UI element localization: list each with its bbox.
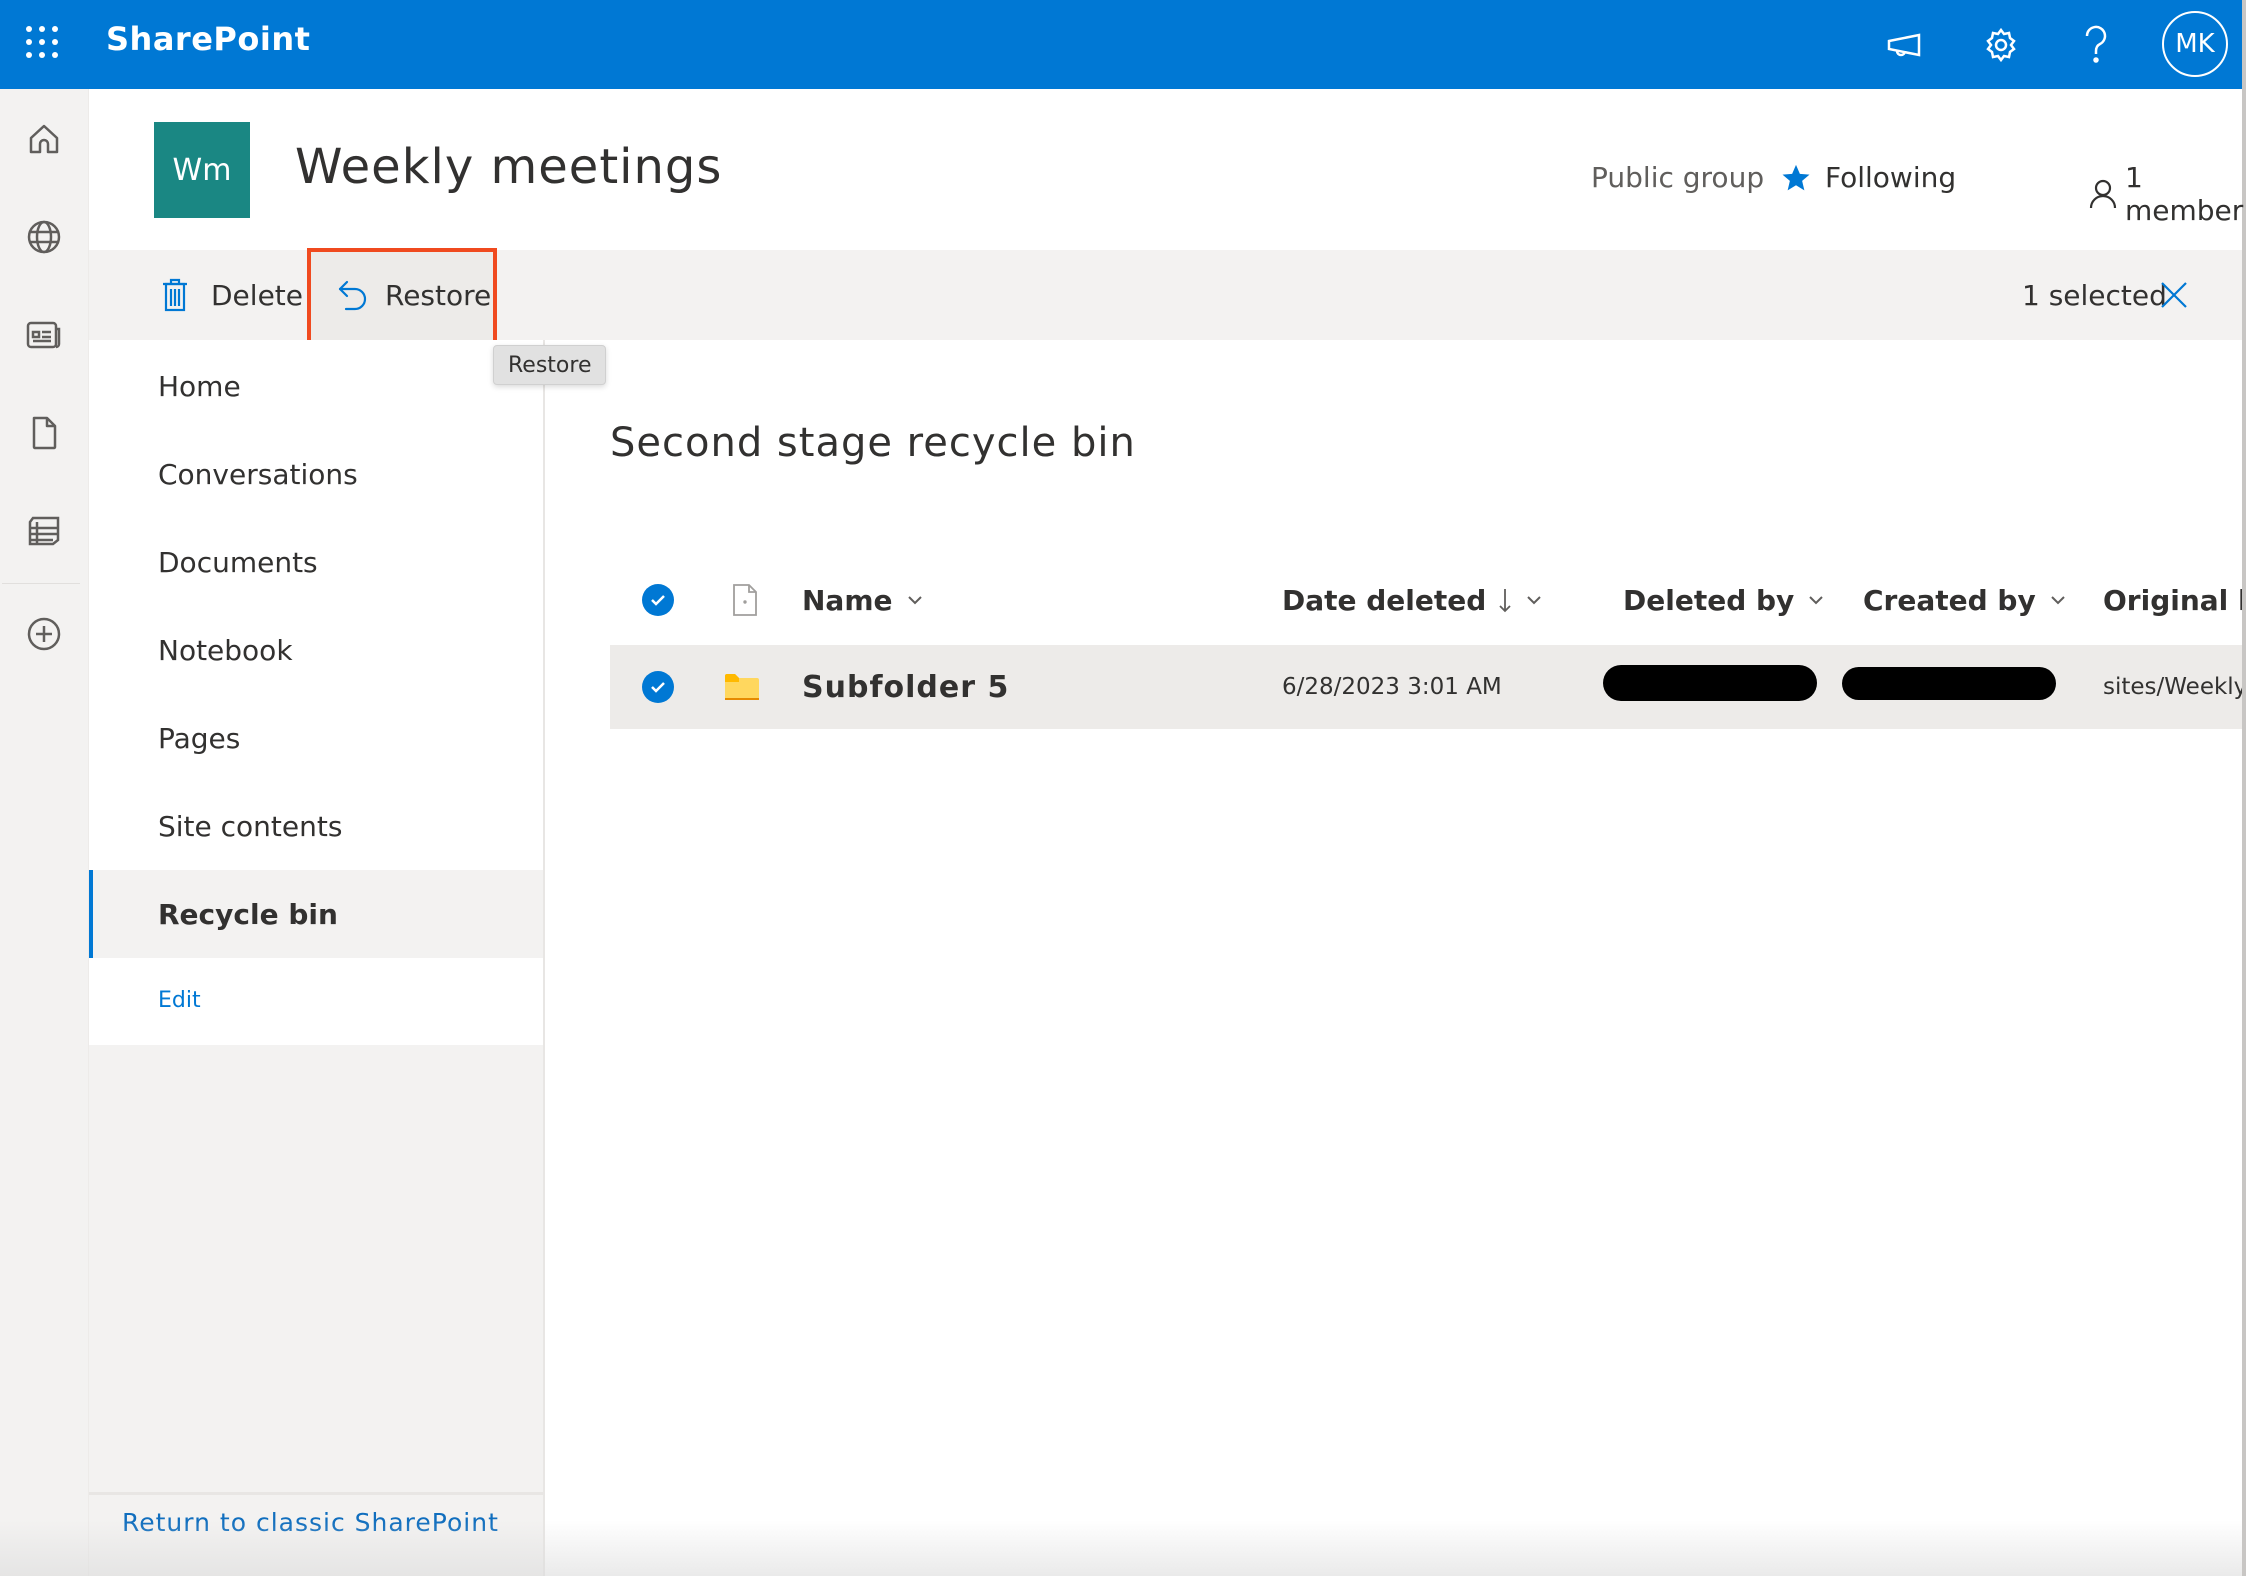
nav-item-pages[interactable]: Pages <box>89 694 543 782</box>
window-edge <box>2242 0 2246 1576</box>
home-icon[interactable] <box>22 117 66 161</box>
clear-selection-icon[interactable] <box>2156 277 2192 313</box>
trash-icon <box>157 277 193 313</box>
original-location: sites/Weeklyn <box>2103 674 2242 700</box>
column-label: Name <box>802 583 893 617</box>
site-title[interactable]: Weekly meetings <box>295 139 722 195</box>
globe-icon[interactable] <box>22 215 66 259</box>
chevron-down-icon <box>907 595 923 605</box>
column-header-date-deleted[interactable]: Date deleted <box>1282 570 1542 630</box>
app-name[interactable]: SharePoint <box>106 20 310 58</box>
nav-item-conversations[interactable]: Conversations <box>89 430 543 518</box>
members-label: 1 member <box>2125 161 2244 227</box>
column-label: Created by <box>1863 583 2036 617</box>
table-row[interactable]: Subfolder 5 6/28/2023 3:01 AM sites/Week… <box>610 645 2242 729</box>
nav-item-home[interactable]: Home <box>89 342 543 430</box>
site-logo[interactable]: Wm <box>154 122 250 218</box>
deleted-by-redacted <box>1603 665 1817 701</box>
site-navigation: Home Conversations Documents Notebook Pa… <box>89 340 545 1576</box>
restore-button[interactable]: Restore <box>311 250 494 340</box>
megaphone-icon[interactable] <box>1882 22 1928 68</box>
created-by-redacted <box>1842 667 2056 700</box>
row-checkbox[interactable] <box>642 671 674 703</box>
nav-divider <box>89 1492 543 1495</box>
news-icon[interactable] <box>22 313 66 357</box>
command-bar: Delete Restore 1 selected <box>89 250 2242 340</box>
following-label: Following <box>1825 161 1957 194</box>
chevron-down-icon <box>2050 595 2066 605</box>
date-deleted: 6/28/2023 3:01 AM <box>1282 674 1502 700</box>
column-header-created-by[interactable]: Created by <box>1863 570 2066 630</box>
file-type-icon[interactable] <box>732 583 758 621</box>
return-to-classic-link[interactable]: Return to classic SharePoint <box>122 1508 499 1537</box>
sort-descending-icon <box>1498 587 1512 613</box>
following-button[interactable]: Following <box>1781 161 1956 194</box>
suite-bar: SharePoint MK <box>0 0 2242 89</box>
delete-button[interactable]: Delete <box>157 250 303 340</box>
column-label: Original lo <box>2103 583 2242 617</box>
column-label: Date deleted <box>1282 583 1487 617</box>
app-rail <box>0 89 89 1576</box>
list-icon[interactable] <box>22 509 66 553</box>
members-button[interactable]: 1 member <box>2089 161 2243 227</box>
person-icon <box>2089 178 2117 210</box>
restore-label: Restore <box>385 278 492 312</box>
column-header-name[interactable]: Name <box>802 570 923 630</box>
column-header-deleted-by[interactable]: Deleted by <box>1623 570 1824 630</box>
nav-item-documents[interactable]: Documents <box>89 518 543 606</box>
gear-icon[interactable] <box>1978 22 2024 68</box>
nav-item-notebook[interactable]: Notebook <box>89 606 543 694</box>
column-label: Deleted by <box>1623 583 1795 617</box>
document-icon[interactable] <box>22 411 66 455</box>
avatar[interactable]: MK <box>2162 11 2228 77</box>
column-header-original-location[interactable]: Original lo <box>2103 570 2242 630</box>
list-header: Name Date deleted Deleted by Created by … <box>610 570 2242 630</box>
help-icon[interactable] <box>2073 22 2119 68</box>
restore-tooltip: Restore <box>493 345 607 385</box>
chevron-down-icon <box>1808 595 1824 605</box>
select-all-checkbox[interactable] <box>642 584 674 616</box>
nav-item-site-contents[interactable]: Site contents <box>89 782 543 870</box>
rail-divider <box>2 583 80 584</box>
nav-panel: Home Conversations Documents Notebook Pa… <box>89 340 543 1045</box>
nav-item-recycle-bin[interactable]: Recycle bin <box>89 870 543 958</box>
item-name[interactable]: Subfolder 5 <box>802 645 1009 729</box>
site-header: Wm Weekly meetings Public group Followin… <box>89 89 2243 250</box>
folder-icon <box>725 645 759 729</box>
chevron-down-icon <box>1526 595 1542 605</box>
star-icon <box>1781 163 1811 193</box>
selection-count: 1 selected <box>2022 278 2167 312</box>
delete-label: Delete <box>211 278 303 312</box>
waffle-icon[interactable] <box>26 26 58 58</box>
edit-nav-link[interactable]: Edit <box>158 988 201 1013</box>
page-title: Second stage recycle bin <box>610 420 1136 466</box>
undo-icon <box>335 277 371 313</box>
add-icon[interactable] <box>22 612 66 656</box>
group-visibility: Public group <box>1591 161 1765 194</box>
